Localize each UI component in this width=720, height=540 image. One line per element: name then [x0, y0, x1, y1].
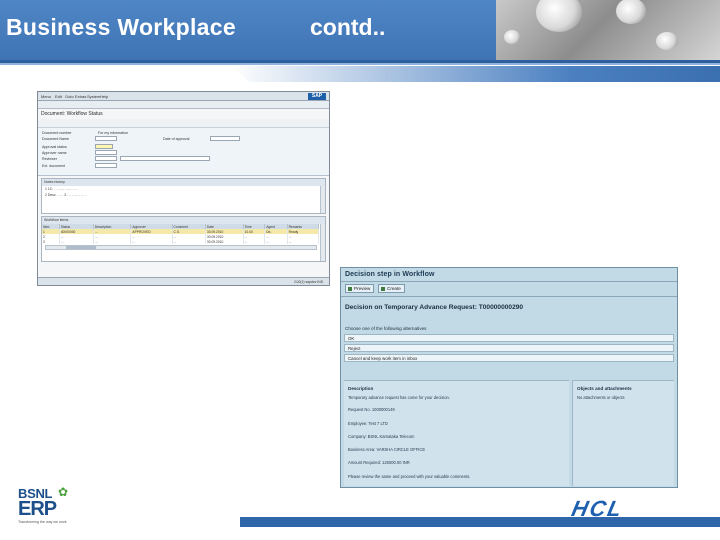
preview-button[interactable]: Preview: [345, 284, 375, 293]
bsnl-erp-logo: BSNL ✿ ERP Transforming the way we work: [18, 485, 82, 528]
notes-scrollbar[interactable]: [320, 186, 325, 213]
workflow-items-table: Item Status Description Approver Comment…: [42, 224, 320, 244]
notes-line: 2 Desc - .. .. 2.. .. .. ... .. .. ..: [45, 193, 86, 197]
notes-section-title: Notes history: [42, 179, 325, 186]
table-cell: ...: [264, 239, 288, 244]
menu-item[interactable]: Help: [100, 94, 108, 99]
menu-item[interactable]: Extras: [75, 94, 86, 99]
table-row[interactable]: 3 ... ... ... ... 30.09.2010 ... ... ...: [42, 239, 320, 244]
field-label: For my information: [98, 131, 128, 135]
divider: [341, 296, 677, 297]
field-label: Document Name: [42, 137, 69, 141]
reviewer-field[interactable]: [95, 156, 117, 161]
option-ok[interactable]: OK: [344, 334, 674, 342]
description-line: Business Area: VARSHA CIRCLE OFFICE: [348, 447, 426, 452]
field-label: Approver name: [42, 151, 67, 155]
description-line: Company: BSNL Karnataka Telecom: [348, 434, 415, 439]
leaf-icon: ✿: [58, 485, 69, 499]
menu-item[interactable]: Edit: [55, 94, 62, 99]
slide-title-suffix: contd..: [310, 14, 386, 40]
table-cell: 30.09.2010: [205, 239, 244, 244]
satellite-dish-photo: [496, 0, 720, 60]
table-vertical-scrollbar[interactable]: [320, 224, 325, 261]
objects-title: Objects and attachments: [577, 386, 632, 391]
sap-header-form: Document number Document Name For my inf…: [38, 128, 329, 176]
satellite-dish-image: [656, 32, 678, 50]
choose-alternatives-label: Choose one of the following alternatives: [345, 326, 427, 331]
field-label: Date of approval: [163, 137, 190, 141]
objects-pane: Objects and attachments No attachments o…: [572, 380, 674, 486]
menu-item[interactable]: System: [87, 94, 100, 99]
approver-name-field[interactable]: [95, 150, 117, 155]
menu-item[interactable]: Menu: [41, 94, 51, 99]
table-cell: ...: [59, 239, 94, 244]
create-icon: [381, 286, 385, 291]
satellite-dish-image: [536, 0, 582, 32]
objects-text: No attachments or objects: [577, 395, 625, 400]
footer-bar: [240, 517, 720, 527]
document-name-field[interactable]: [95, 136, 117, 141]
reviewer-name-field[interactable]: [120, 156, 210, 161]
decision-step-screenshot: Decision step in Workflow Preview Create…: [340, 267, 678, 488]
create-button[interactable]: Create: [378, 284, 405, 293]
satellite-dish-image: [504, 30, 520, 44]
logo-tagline: Transforming the way we work: [18, 520, 67, 524]
menu-item[interactable]: Goto: [65, 94, 74, 99]
table-cell: ...: [93, 239, 132, 244]
sap-window-title: Document: Workflow Status: [41, 111, 103, 117]
field-label: Document number: [42, 131, 72, 135]
create-button-label: Create: [387, 286, 401, 291]
table-cell: ...: [243, 239, 266, 244]
description-line: Please review the same and proceed with …: [348, 474, 471, 479]
hcl-logo: HCL: [569, 496, 626, 521]
approval-status-field[interactable]: [95, 144, 113, 149]
decision-panel-title: Decision step in Workflow: [345, 271, 435, 278]
items-section-title: Workflow items: [42, 217, 325, 224]
description-line: Amount Required: 125000.00 INR: [348, 460, 410, 465]
erp-logo-text: ERP: [18, 498, 57, 520]
sap-logo: SAP: [308, 93, 326, 100]
table-cell: ...: [130, 239, 173, 244]
satellite-dish-image: [616, 0, 646, 24]
field-label: Ext. document: [42, 164, 65, 168]
field-label: Approval status: [42, 145, 67, 149]
preview-button-label: Preview: [354, 286, 371, 291]
divider: [341, 281, 677, 282]
description-pane: Description Temporary advance request ha…: [344, 380, 569, 486]
slide-header: Business Workplace contd..: [0, 0, 720, 60]
header-swoosh: [230, 66, 720, 82]
sap-workflow-screenshot: Menu Edit Goto Extras System Help SAP Do…: [37, 91, 330, 286]
request-title: Decision on Temporary Advance Request: T…: [345, 304, 524, 311]
approval-date-field[interactable]: [210, 136, 240, 141]
sap-application-toolbar[interactable]: [38, 119, 329, 128]
description-title: Description: [348, 386, 374, 391]
option-cancel-keep[interactable]: Cancel and keep work item in inbox: [344, 354, 674, 362]
scrollbar-thumb[interactable]: [66, 246, 96, 249]
description-line: Request No. 1000000149: [348, 407, 395, 412]
preview-icon: [348, 286, 352, 291]
sap-status-bar: GJ0(1) sapdev INS: [38, 277, 329, 285]
slide-title: Business Workplace: [6, 14, 236, 40]
table-cell: ...: [287, 239, 320, 244]
description-line: Employee: Test 7 LTD: [348, 421, 388, 426]
option-reject[interactable]: Reject: [344, 344, 674, 352]
items-section: Workflow items Item Status Description A…: [41, 216, 326, 262]
table-horizontal-scrollbar[interactable]: [45, 245, 317, 250]
table-cell: 3: [42, 239, 60, 244]
description-line: Temporary advance request has come for y…: [348, 395, 450, 400]
field-label: Reviewer: [42, 157, 57, 161]
table-cell: ...: [172, 239, 206, 244]
header-rule: [0, 63, 720, 65]
ext-document-field[interactable]: [95, 163, 117, 168]
notes-section: Notes history 1 1C: . . .. -.. . ..- - .…: [41, 178, 326, 214]
sap-menu-bar: Menu Edit Goto Extras System Help SAP: [38, 92, 329, 101]
sap-standard-toolbar[interactable]: [38, 101, 329, 109]
